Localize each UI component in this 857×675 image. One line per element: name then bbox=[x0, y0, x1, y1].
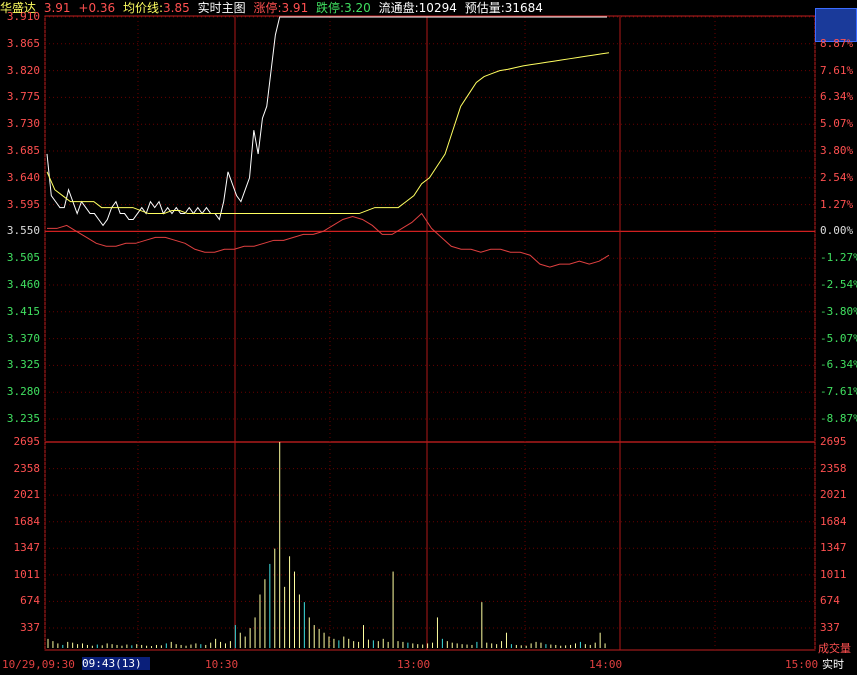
volume-tick-label-right: 1684 bbox=[820, 514, 847, 528]
price-tick-label: 3.820 bbox=[6, 63, 40, 77]
price-line bbox=[46, 16, 284, 227]
time-tick-1400: 14:00 bbox=[589, 658, 623, 671]
pct-tick-label: -6.34% bbox=[820, 358, 857, 372]
pct-tick-label: -5.07% bbox=[820, 331, 857, 345]
price-tick-label: 3.730 bbox=[6, 117, 40, 131]
pct-tick-label: 3.80% bbox=[820, 144, 854, 157]
pct-tick-label: -1.27% bbox=[820, 251, 857, 265]
volume-tick-label-right: 674 bbox=[820, 594, 840, 608]
volume-tick-label-right: 1347 bbox=[820, 541, 847, 555]
price-tick-label: 3.325 bbox=[6, 358, 40, 372]
price-tick-label: 3.415 bbox=[6, 304, 40, 318]
volume-tick-label: 1011 bbox=[13, 567, 41, 581]
volume-tick-label: 337 bbox=[20, 621, 40, 634]
volume-tick-label-right: 2358 bbox=[820, 461, 847, 475]
time-tick-1030: 10:30 bbox=[205, 658, 239, 671]
realtime-mode[interactable]: 实时 bbox=[822, 659, 844, 671]
pct-tick-label: -8.87% bbox=[820, 412, 857, 425]
price-tick-label: 3.685 bbox=[6, 144, 40, 157]
volume-tick-label-right: 2695 bbox=[820, 435, 847, 448]
price-tick-label: 3.640 bbox=[6, 170, 40, 184]
pct-tick-label: -2.54% bbox=[820, 278, 857, 291]
time-tick-1300: 13:00 bbox=[397, 658, 431, 671]
intraday-chart[interactable] bbox=[0, 0, 857, 675]
time-start: 10/29,09:30 bbox=[2, 658, 75, 671]
volume-label: 成交量 bbox=[818, 642, 851, 655]
pct-tick-label: 7.61% bbox=[820, 63, 854, 77]
time-cursor[interactable]: 09:43(13) bbox=[82, 657, 150, 670]
volume-tick-label: 1347 bbox=[13, 541, 41, 555]
pct-tick-label: 0.00% bbox=[820, 224, 854, 238]
limit-up-label: 涨停: bbox=[253, 1, 282, 15]
limit-up-value: 3.91 bbox=[281, 1, 309, 15]
volume-tick-label-right: 2021 bbox=[820, 488, 847, 502]
est-volume-label: 预估量: bbox=[464, 1, 505, 15]
pct-tick-label: 1.27% bbox=[820, 197, 854, 211]
time-tick-1500: 15:00 bbox=[785, 658, 819, 671]
pct-tick-label: 6.34% bbox=[820, 90, 854, 104]
chart-header: 华盛达 3.91 +0.36 均价线:3.85 实时主图 涨停:3.91 跌停:… bbox=[0, 0, 857, 17]
volume-tick-label: 2021 bbox=[13, 488, 41, 502]
volume-tick-label-right: 337 bbox=[820, 621, 840, 634]
volume-tick-label: 2358 bbox=[13, 461, 41, 475]
price-tick-label: 3.505 bbox=[6, 251, 40, 265]
mode-label[interactable]: 实时主图 bbox=[198, 1, 246, 15]
avg-price-label: 均价线: bbox=[123, 1, 164, 15]
price-tick-label: 3.460 bbox=[6, 278, 40, 291]
price-tick-label: 3.775 bbox=[6, 90, 40, 104]
float-shares-value: 10294 bbox=[418, 1, 457, 15]
pct-tick-label: 2.54% bbox=[820, 170, 854, 184]
limit-down-label: 跌停: bbox=[316, 1, 345, 15]
volume-tick-label: 674 bbox=[20, 594, 40, 608]
est-volume-value: 31684 bbox=[504, 1, 543, 15]
volume-tick-label: 2695 bbox=[13, 435, 41, 448]
price-tick-label: 3.370 bbox=[6, 331, 40, 345]
limit-down-value: 3.20 bbox=[344, 1, 371, 15]
price-tick-label: 3.595 bbox=[6, 197, 40, 211]
pct-tick-label: -3.80% bbox=[820, 304, 857, 318]
stock-change: +0.36 bbox=[78, 1, 116, 15]
price-tick-label: 3.280 bbox=[6, 385, 40, 399]
price-tick-label: 3.550 bbox=[6, 224, 40, 238]
pct-tick-label: 8.87% bbox=[820, 36, 854, 50]
avg-price-value: 3.85 bbox=[163, 1, 190, 15]
float-shares-label: 流通盘: bbox=[378, 1, 419, 15]
chart-frame bbox=[44, 15, 816, 651]
price-tick-label: 3.235 bbox=[6, 412, 40, 425]
stock-price: 3.91 bbox=[43, 1, 71, 15]
volume-tick-label: 1684 bbox=[13, 514, 41, 528]
pct-tick-label: 5.07% bbox=[820, 117, 854, 131]
volume-tick-label-right: 1011 bbox=[820, 567, 847, 581]
pct-tick-label: -7.61% bbox=[820, 385, 857, 399]
price-tick-label: 3.865 bbox=[6, 36, 40, 50]
price-tick-label: 3.910 bbox=[6, 10, 40, 23]
